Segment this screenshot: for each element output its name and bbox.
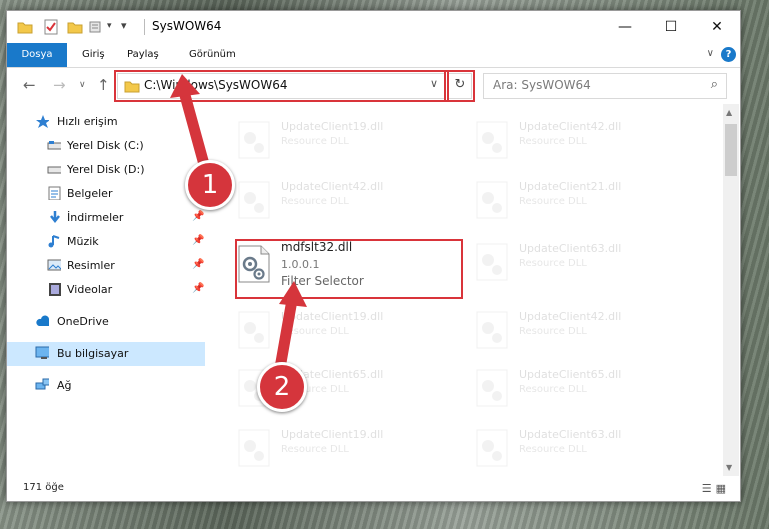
arrow-to-file: [274, 294, 298, 374]
callout-step-2: 2: [257, 362, 307, 412]
callout-step-1: 1: [185, 160, 235, 210]
arrow-to-address-bar: [177, 82, 211, 174]
arrow-head-1: [170, 74, 200, 98]
arrow-head-2: [279, 281, 307, 307]
annotation-arrows: [170, 74, 307, 374]
